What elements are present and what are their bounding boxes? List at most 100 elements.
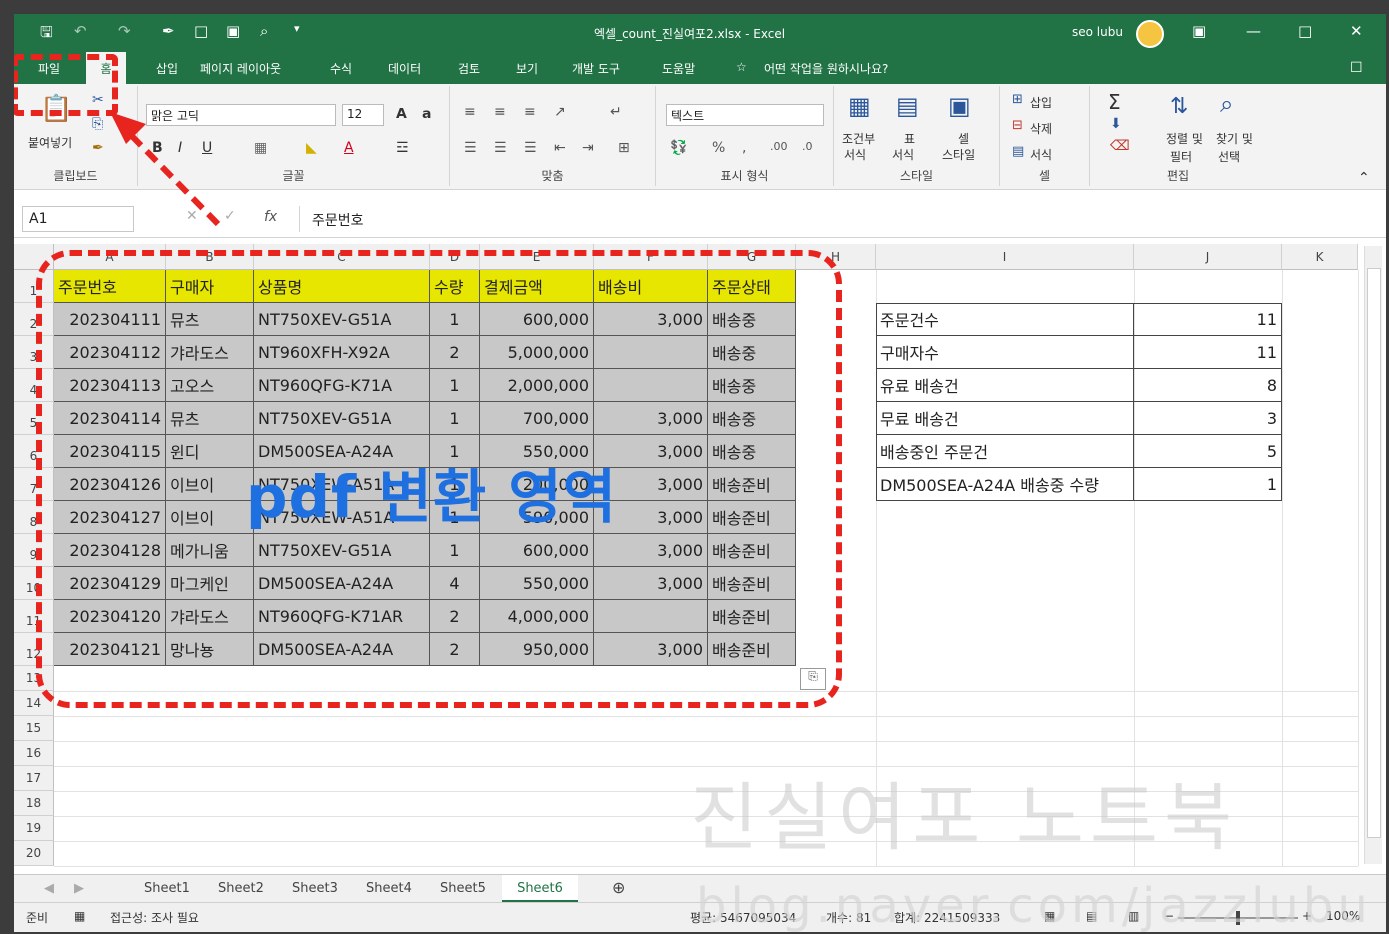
format-table-button[interactable]: 표 [904, 130, 915, 147]
sheet-tab[interactable]: Sheet1 [144, 881, 190, 896]
collapse-ribbon-icon[interactable]: ⌃ [1358, 170, 1370, 186]
summary-label[interactable]: 구매자수 [876, 336, 1134, 369]
align-right-icon[interactable]: ☰ [524, 140, 537, 156]
row-header[interactable]: 19 [14, 816, 54, 841]
sheet-tab[interactable]: Sheet4 [366, 881, 412, 896]
format-painter-icon[interactable]: ✒ [162, 22, 175, 40]
align-center-icon[interactable]: ☰ [494, 140, 507, 156]
decrease-decimal-icon[interactable]: .0 [802, 140, 813, 153]
format-table-icon[interactable]: ▤ [896, 92, 919, 120]
redo-icon[interactable]: ↷ [118, 22, 131, 40]
tab-page-layout[interactable]: 페이지 레이아웃 [200, 60, 281, 77]
sheet-tab[interactable]: Sheet5 [440, 881, 486, 896]
percent-icon[interactable]: % [712, 140, 725, 156]
sort-filter-icon[interactable]: ⇅ [1170, 94, 1188, 119]
tab-view[interactable]: 보기 [516, 60, 538, 77]
maximize-icon[interactable]: □ [1298, 22, 1312, 40]
tab-data[interactable]: 데이터 [388, 60, 421, 77]
avatar[interactable] [1136, 20, 1164, 48]
close-icon[interactable]: ✕ [1350, 22, 1363, 40]
borders-icon[interactable]: ▦ [254, 140, 267, 156]
comments-icon[interactable]: ☐ [1350, 60, 1363, 76]
row-header[interactable]: 17 [14, 766, 54, 791]
fill-color-icon[interactable]: ◣ [306, 140, 317, 156]
row-header[interactable]: 15 [14, 716, 54, 741]
insert-cells-button[interactable]: 삽입 [1030, 94, 1052, 111]
fill-icon[interactable]: ⬇ [1110, 116, 1122, 132]
formula-input[interactable]: 주문번호 [299, 206, 1374, 232]
merge-center-icon[interactable]: ⊞ [618, 140, 630, 156]
phonetic-icon[interactable]: ☲ [396, 140, 409, 156]
format-cells-button[interactable]: 서식 [1030, 146, 1052, 163]
tab-formulas[interactable]: 수식 [330, 60, 352, 77]
row-header[interactable]: 20 [14, 841, 54, 866]
cell-styles-button[interactable]: 셀 [958, 130, 969, 147]
align-middle-icon[interactable]: ≡ [494, 104, 506, 120]
clear-icon[interactable]: ⌫ [1110, 138, 1130, 154]
font-size-select[interactable]: 12 [342, 104, 384, 126]
summary-label[interactable]: 유료 배송건 [876, 369, 1134, 402]
tab-developer[interactable]: 개발 도구 [572, 60, 620, 77]
shrink-font-icon[interactable]: 𝗮 [422, 106, 431, 122]
paste-button[interactable]: 붙여넣기 [28, 134, 72, 151]
accessibility-status[interactable]: 접근성: 조사 필요 [110, 909, 199, 926]
next-sheet-icon[interactable]: ▶ [74, 881, 84, 896]
tab-review[interactable]: 검토 [458, 60, 480, 77]
summary-value[interactable]: 11 [1134, 303, 1282, 336]
align-bottom-icon[interactable]: ≡ [524, 104, 536, 120]
tab-help[interactable]: 도움말 [662, 60, 695, 77]
cell-styles-sub[interactable]: 스타일 [942, 146, 975, 163]
comma-icon[interactable]: , [742, 140, 746, 156]
summary-value[interactable]: 3 [1134, 402, 1282, 435]
summary-label[interactable]: 주문건수 [876, 303, 1134, 336]
font-color-icon[interactable]: A [344, 140, 354, 156]
delete-cells-button[interactable]: 삭제 [1030, 120, 1052, 137]
align-left-icon[interactable]: ☰ [464, 140, 477, 156]
find-select-sub[interactable]: 선택 [1218, 148, 1240, 165]
insert-function-icon[interactable]: fx [264, 209, 277, 225]
autosum-icon[interactable]: Σ [1108, 90, 1121, 114]
conditional-format-sub[interactable]: 서식 [844, 146, 866, 163]
insert-cells-icon[interactable]: ⊞ [1012, 92, 1023, 107]
conditional-format-icon[interactable]: ▦ [848, 92, 871, 120]
undo-icon[interactable]: ↶ [74, 22, 87, 40]
accounting-icon[interactable]: 💱 [670, 140, 687, 156]
number-format-select[interactable]: 텍스트 [666, 104, 824, 126]
customize-qat-icon[interactable]: ▾ [294, 22, 300, 35]
column-header[interactable]: J [1134, 244, 1282, 270]
user-name[interactable]: seo lubu [1072, 25, 1123, 39]
tab-insert[interactable]: 삽입 [156, 60, 178, 77]
row-header[interactable]: 16 [14, 741, 54, 766]
print-preview-icon[interactable]: ⌕ [260, 22, 268, 40]
ribbon-display-icon[interactable]: ▣ [1192, 22, 1206, 40]
save-as-icon[interactable]: ▣ [226, 22, 240, 40]
cell-styles-icon[interactable]: ▣ [948, 92, 971, 120]
delete-cells-icon[interactable]: ⊟ [1012, 118, 1023, 133]
increase-indent-icon[interactable]: ⇥ [582, 140, 594, 156]
minimize-icon[interactable]: — [1246, 22, 1261, 40]
sort-filter-sub[interactable]: 필터 [1170, 148, 1192, 165]
align-top-icon[interactable]: ≡ [464, 104, 476, 120]
vertical-scrollbar[interactable] [1364, 246, 1382, 864]
format-table-sub[interactable]: 서식 [892, 146, 914, 163]
summary-value[interactable]: 11 [1134, 336, 1282, 369]
orientation-icon[interactable]: ↗ [554, 104, 566, 120]
macro-record-icon[interactable]: ▦ [74, 909, 85, 923]
sheet-tab[interactable]: Sheet2 [218, 881, 264, 896]
sort-filter-button[interactable]: 정렬 및 [1166, 130, 1203, 147]
summary-value[interactable]: 5 [1134, 435, 1282, 468]
prev-sheet-icon[interactable]: ◀ [44, 881, 54, 896]
wrap-text-icon[interactable]: ↵ [610, 104, 622, 120]
find-select-button[interactable]: 찾기 및 [1216, 130, 1253, 147]
grow-font-icon[interactable]: 𝗔 [396, 106, 407, 122]
tell-me-box[interactable]: 어떤 작업을 원하시나요? [764, 60, 888, 77]
find-select-icon[interactable]: ⌕ [1220, 90, 1233, 118]
add-sheet-icon[interactable]: ⊕ [612, 878, 625, 897]
new-file-icon[interactable]: □ [194, 22, 208, 40]
column-header[interactable]: K [1282, 244, 1358, 270]
summary-label[interactable]: 배송중인 주문건 [876, 435, 1134, 468]
decrease-indent-icon[interactable]: ⇤ [554, 140, 566, 156]
column-header[interactable]: I [876, 244, 1134, 270]
summary-label[interactable]: 무료 배송건 [876, 402, 1134, 435]
format-cells-icon[interactable]: ▤ [1012, 144, 1024, 159]
